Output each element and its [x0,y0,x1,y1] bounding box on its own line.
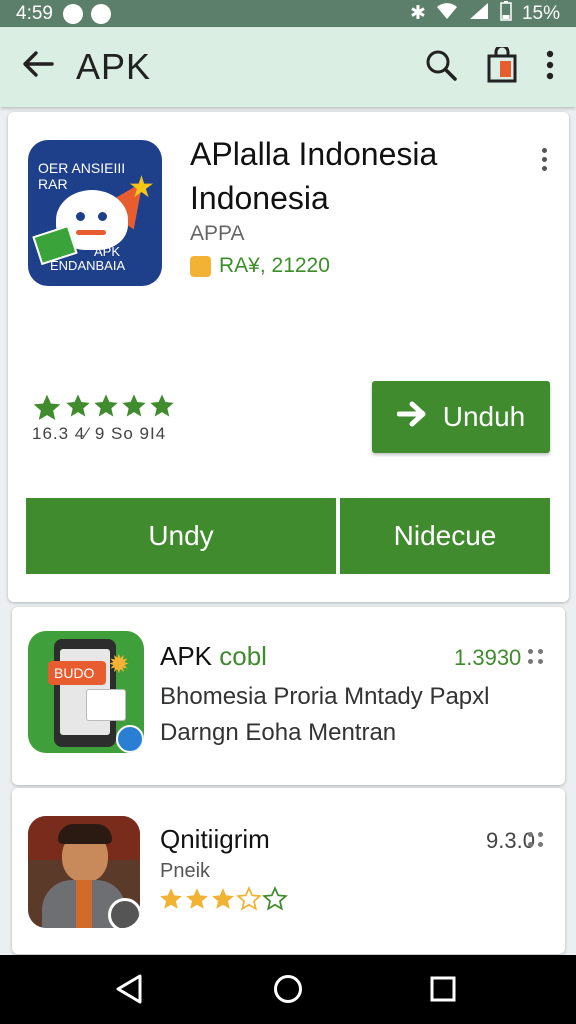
list-item[interactable]: Qnitiigrim Pneik 9.3.0 [12,788,565,954]
status-bar: 4:59 ✱ 15% [0,0,576,27]
install-button-label: Unduh [442,401,526,432]
battery-icon [500,0,512,27]
navigation-bar [0,955,576,1024]
arrow-right-icon [396,400,431,435]
location-pin-icon [190,255,211,277]
overflow-menu-icon[interactable] [546,50,554,85]
nav-back-icon[interactable] [114,973,144,1010]
signal-icon [468,2,490,26]
star-outline-icon [262,886,288,917]
featured-app-card: OER ANSIEIII RAR ★ APK ENDANBAIA APlalla… [8,112,569,602]
download-button[interactable]: Undy [26,498,336,574]
list-item-number: 1.3930 [454,645,522,670]
list-item-description: Bhomesia Proria Mntady Papxl [160,683,490,710]
install-button[interactable]: Unduh [372,381,550,453]
icon-text-line1: OER ANSIEIII [38,160,126,176]
app-bar: APK [0,27,576,107]
search-icon[interactable] [424,48,458,87]
nav-home-icon[interactable] [272,973,304,1010]
shield-icon [90,3,111,24]
star-filled-icon [158,886,184,917]
nav-recents-icon[interactable] [428,973,458,1010]
star-filled-icon [184,886,210,917]
list-item-title: Qnitiigrim [160,824,270,854]
bluetooth-icon: ✱ [410,3,426,24]
list-item[interactable]: BUDO ✹ APK cobl 1.3930 Bhomesia Proria M… [12,607,565,785]
status-time: 4:59 [16,2,53,24]
card-overflow-icon[interactable] [542,148,548,171]
more-options-icon[interactable] [528,649,544,665]
star-badge-icon: ★ [128,171,155,204]
icon-text-line4: ENDANBAIA [50,258,126,273]
featured-app-name: APlalla Indonesia Indonesia [190,136,438,216]
app-icon-phone: BUDO ✹ [28,631,144,753]
list-item-subtitle: Pneik [160,860,211,882]
app-avatar [28,816,140,928]
wifi-icon [436,2,458,26]
featured-app-icon[interactable]: OER ANSIEIII RAR ★ APK ENDANBAIA [28,140,162,286]
featured-meta-text: RA¥, 21220 [219,254,330,277]
list-item-title: APK cobl [160,641,267,672]
verified-badge-icon [108,898,140,928]
star-outline-icon [236,886,262,917]
notification-icon [62,3,83,24]
list-item-description-2: Darngn Eoha Mentran [160,719,397,746]
list-item-title-prefix: APK [160,641,213,671]
featured-app-meta: RA¥, 21220 [190,254,330,278]
badge-star-icon: ✹ [108,649,130,679]
icon-text-line2: RAR [38,176,68,192]
shopping-bag-icon[interactable] [486,44,518,88]
app-icon-label: BUDO [54,665,95,681]
icon-text-line3: APK [94,244,121,259]
featured-app-developer[interactable]: APPA [190,222,244,246]
list-item-rating-stars [158,886,288,917]
star-filled-icon [210,886,236,917]
back-arrow-icon[interactable] [22,48,54,87]
app-bar-title: APK [76,46,152,87]
secondary-action-button[interactable]: Nidecue [340,498,550,574]
featured-rating-text: 16.3 4⁄ 9 So 9I4 [32,424,167,443]
badge-icon [116,725,144,753]
battery-percent: 15% [521,2,560,24]
more-options-icon[interactable] [528,832,544,848]
list-item-title-suffix: cobl [219,641,267,671]
